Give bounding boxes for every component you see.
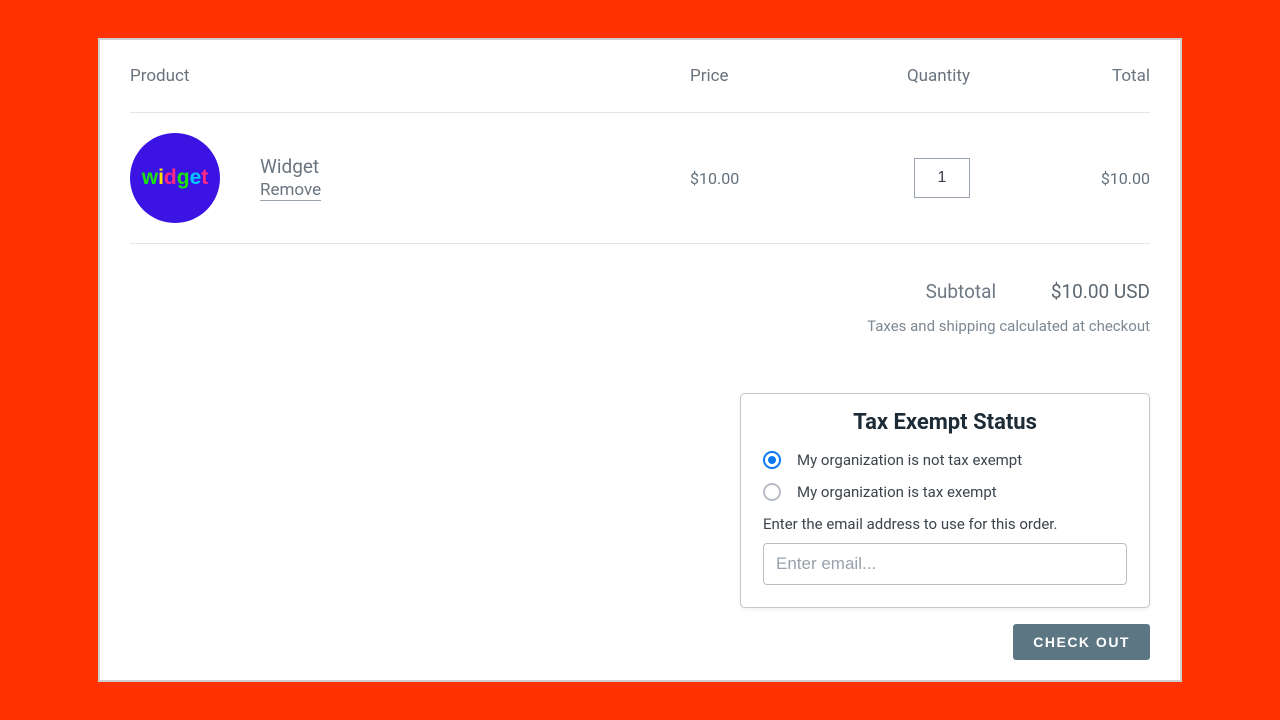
header-product: Product	[130, 66, 690, 86]
product-name: Widget	[260, 155, 321, 178]
product-thumbnail[interactable]: widget	[130, 133, 220, 223]
quantity-input[interactable]	[914, 158, 970, 198]
thumbnail-text-icon: widget	[142, 166, 209, 190]
cart-header-row: Product Price Quantity Total	[130, 66, 1150, 113]
checkout-button[interactable]: CHECK OUT	[1013, 624, 1150, 660]
unit-price: $10.00	[690, 169, 830, 188]
radio-not-exempt[interactable]: My organization is not tax exempt	[763, 451, 1127, 469]
subtotal-amount: $10.00 USD	[1051, 280, 1150, 303]
radio-exempt-label: My organization is tax exempt	[797, 483, 997, 501]
radio-icon	[763, 451, 781, 469]
product-info: Widget Remove	[260, 155, 321, 201]
tax-exempt-title: Tax Exempt Status	[763, 410, 1127, 435]
radio-icon	[763, 483, 781, 501]
tax-shipping-note: Taxes and shipping calculated at checkou…	[130, 317, 1150, 335]
remove-link[interactable]: Remove	[260, 180, 321, 201]
radio-not-exempt-label: My organization is not tax exempt	[797, 451, 1022, 469]
header-total: Total	[1010, 66, 1150, 86]
cart-card: Product Price Quantity Total widget Widg…	[98, 38, 1182, 682]
radio-exempt[interactable]: My organization is tax exempt	[763, 483, 1127, 501]
product-cell: widget Widget Remove	[130, 133, 690, 223]
email-label: Enter the email address to use for this …	[763, 515, 1127, 533]
quantity-cell	[830, 158, 1010, 198]
cart-summary: Subtotal $10.00 USD Taxes and shipping c…	[130, 280, 1150, 335]
header-price: Price	[690, 66, 830, 86]
header-quantity: Quantity	[830, 66, 1010, 86]
cart-row: widget Widget Remove $10.00 $10.00	[130, 113, 1150, 244]
subtotal-label: Subtotal	[926, 280, 996, 303]
subtotal-line: Subtotal $10.00 USD	[130, 280, 1150, 303]
email-input[interactable]	[763, 543, 1127, 585]
line-total: $10.00	[1010, 169, 1150, 188]
tax-exempt-panel: Tax Exempt Status My organization is not…	[740, 393, 1150, 608]
